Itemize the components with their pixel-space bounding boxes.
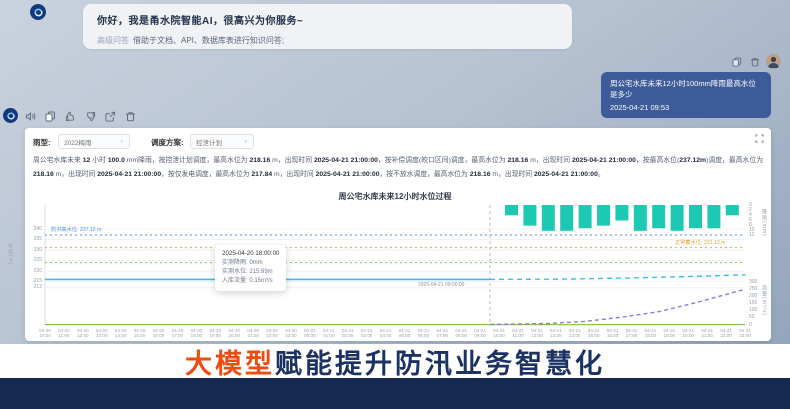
share-icon[interactable] bbox=[104, 110, 117, 123]
y-axis-flow-label: 流量(m³/s) bbox=[761, 285, 768, 316]
tooltip-row: 入库流量: 0.15m³/s bbox=[222, 277, 279, 286]
banner-rest: 赋能提升防汛业务智慧化 bbox=[275, 349, 605, 379]
y-axis-level-tick: 240 bbox=[18, 227, 42, 232]
copy-icon[interactable] bbox=[44, 110, 57, 123]
banner-text: 大模型赋能提升防汛业务智慧化 bbox=[185, 342, 605, 381]
y-axis-flow-tick: 150 bbox=[749, 301, 757, 306]
tooltip-title: 2025-04-20 18:00:00 bbox=[222, 250, 279, 257]
plan-select[interactable]: 控泄计划 ∨ bbox=[190, 134, 254, 149]
tooltip-row: 实测水位: 215.99m bbox=[222, 268, 279, 277]
forecast-summary: 周公宅水库未来 12 小时 100.0 mm降雨，按控泄计划调度，最高水位为 2… bbox=[33, 154, 763, 182]
rain-type-label: 雨型: bbox=[33, 137, 51, 148]
water-level-chart[interactable]: 2402352302252202152120246810123002502001… bbox=[45, 205, 745, 325]
delete-icon[interactable] bbox=[748, 55, 761, 68]
y-axis-level-tick: 212 bbox=[18, 285, 42, 290]
footer-bar bbox=[0, 378, 790, 409]
y-axis-rain-tick: 12 bbox=[749, 233, 755, 238]
copy-icon[interactable] bbox=[730, 55, 743, 68]
ai-logo-icon bbox=[6, 111, 16, 121]
plan-value: 控泄计划 bbox=[196, 137, 222, 147]
y-axis-flow-tick: 100 bbox=[749, 308, 757, 313]
user-message-time: 2025-04-21 09:53 bbox=[610, 103, 762, 112]
y-axis-level-tick: 215 bbox=[18, 279, 42, 284]
thumbs-down-icon[interactable] bbox=[84, 110, 97, 123]
thumbs-up-icon[interactable] bbox=[64, 110, 77, 123]
user-message-bubble: 周公宅水库未来12小时100mm降雨最高水位是多少 2025-04-21 09:… bbox=[601, 72, 771, 118]
chevron-down-icon: ∨ bbox=[120, 139, 124, 144]
greeting-title: 你好，我是甬水院智能AI，很高兴为你服务~ bbox=[97, 12, 558, 27]
fullscreen-icon[interactable] bbox=[753, 132, 766, 145]
greeting-bubble: 你好，我是甬水院智能AI，很高兴为你服务~ 高级问答借助于文档、API、数据库表… bbox=[83, 4, 572, 49]
forecast-rain-bar bbox=[634, 205, 647, 231]
y-axis-level-tick: 235 bbox=[18, 237, 42, 242]
y-axis-level-label: 水位(m) bbox=[7, 243, 14, 266]
chart-tooltip: 2025-04-20 18:00:00 实测降雨: 0mm实测水位: 215.99… bbox=[215, 245, 286, 291]
ai-avatar bbox=[30, 4, 46, 20]
y-axis-flow-tick: 50 bbox=[749, 315, 755, 320]
forecast-rain-bar bbox=[615, 205, 628, 220]
forecast-rain-bar bbox=[652, 205, 665, 228]
greeting-desc: 高级问答借助于文档、API、数据库表进行知识问答; bbox=[97, 35, 558, 46]
plan-label: 调度方案: bbox=[151, 137, 184, 148]
y-axis-rain-label: 降雨(mm) bbox=[761, 209, 768, 237]
y-axis-flow-tick: 250 bbox=[749, 287, 757, 292]
tooltip-row: 实测降雨: 0mm bbox=[222, 259, 279, 268]
forecast-rain-bar bbox=[726, 205, 739, 215]
y-axis-flow-tick: 0 bbox=[749, 323, 752, 328]
user-question: 周公宅水库未来12小时100mm降雨最高水位是多少 bbox=[610, 78, 762, 100]
greeting-tag: 高级问答 bbox=[97, 36, 129, 45]
forecast-rain-bar bbox=[671, 205, 684, 231]
banner-highlight: 大模型 bbox=[185, 349, 275, 379]
forecast-rain-bar bbox=[579, 205, 592, 228]
ref-line-label-flood: 防洪高水位: 237.12 m bbox=[51, 227, 101, 233]
rain-type-select[interactable]: 2022梅雨 ∨ bbox=[58, 134, 130, 149]
forecast-rain-bar bbox=[707, 205, 720, 228]
delete-icon[interactable] bbox=[124, 110, 137, 123]
forecast-rain-bar bbox=[560, 205, 573, 231]
forecast-rain-bar bbox=[523, 205, 536, 226]
response-actions bbox=[24, 110, 137, 123]
y-axis-level-tick: 230 bbox=[18, 248, 42, 253]
y-axis-level-tick: 225 bbox=[18, 258, 42, 263]
user-message-actions bbox=[730, 54, 781, 69]
y-axis-flow-tick: 200 bbox=[749, 294, 757, 299]
forecast-rain-bar bbox=[505, 205, 518, 215]
ai-logo-icon bbox=[33, 7, 44, 18]
forecast-rain-bar bbox=[542, 205, 555, 231]
ai-avatar-response bbox=[3, 108, 18, 123]
y-axis-level-tick: 220 bbox=[18, 269, 42, 274]
chevron-down-icon: ∨ bbox=[244, 139, 248, 144]
read-aloud-icon[interactable] bbox=[24, 110, 37, 123]
chart-title: 周公宅水库未来12小时水位过程 bbox=[45, 191, 745, 202]
forecast-rain-bar bbox=[689, 205, 702, 228]
forecast-start-label: 2025-04-21 09:00:00 bbox=[418, 282, 464, 288]
forecast-rain-bar bbox=[597, 205, 610, 226]
banner: 大模型赋能提升防汛业务智慧化 bbox=[0, 344, 790, 378]
response-card: 雨型: 2022梅雨 ∨ 调度方案: 控泄计划 ∨ 周公宅水库未来 12 小时 … bbox=[25, 128, 771, 341]
user-avatar bbox=[766, 54, 781, 69]
chart-canvas bbox=[45, 205, 745, 325]
y-axis-flow-tick: 300 bbox=[749, 280, 757, 285]
ref-line-label-normal: 正常蓄水位: 231.13 m bbox=[675, 240, 725, 246]
x-axis-tick: 04-2123:00 bbox=[730, 328, 760, 339]
rain-type-value: 2022梅雨 bbox=[64, 137, 91, 147]
